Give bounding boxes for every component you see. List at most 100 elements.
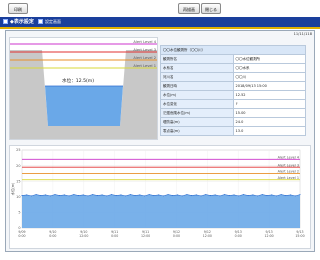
data-point	[200, 195, 202, 197]
table-row: 水位(m) 12.52	[160, 90, 306, 100]
data-point	[120, 194, 122, 196]
row-value: 24.0	[232, 117, 306, 127]
row-label: 観測日時	[160, 81, 234, 91]
data-point	[129, 194, 131, 196]
river-cross-section: Alert Level 4 Alert Level 3 Alert Level …	[9, 37, 158, 140]
data-point	[242, 194, 245, 196]
data-point	[172, 195, 174, 197]
data-point	[176, 194, 179, 196]
x-tick-label: 9/09 0:00	[18, 230, 25, 238]
data-point	[35, 194, 37, 196]
y-tick-label: 10	[16, 195, 20, 199]
data-point	[280, 194, 282, 196]
water-level-chart: 0 5 10 15 20 25 9/09 0:00 9/10 0:00 9/10 12:00 9/11 0…	[9, 145, 311, 249]
data-point	[205, 194, 207, 196]
data-point	[238, 195, 240, 197]
water-level-area	[22, 194, 300, 228]
data-point	[294, 195, 296, 197]
data-point	[214, 194, 216, 196]
table-row: 観測日時 2018/09/13 15:00	[160, 81, 306, 91]
x-tick-label: 9/11 12:00	[141, 230, 150, 238]
row-label: 水位(m)	[160, 90, 234, 100]
table-row: 河川名 〇〇川	[160, 72, 306, 82]
data-point	[106, 195, 108, 197]
row-value: ↑	[232, 99, 306, 109]
settings-link[interactable]: 設定画面	[45, 17, 61, 27]
data-point	[285, 195, 287, 197]
data-point	[21, 195, 23, 197]
y-axis-label: 水位(m)	[10, 182, 15, 195]
water-body	[45, 86, 123, 126]
data-point	[148, 194, 150, 196]
y-tick-label: 5	[18, 211, 20, 215]
y-tick-label: 15	[16, 179, 20, 183]
settings-icon	[3, 19, 8, 24]
table-row: 堤防高(m) 24.0	[160, 117, 306, 127]
data-point	[153, 195, 155, 197]
data-point	[30, 195, 32, 197]
x-tick-label: 9/10 0:00	[49, 230, 56, 238]
chart-alert-label: Alert Level 1	[278, 176, 299, 180]
title-bar: ◆表示設定 設定画面	[0, 17, 320, 29]
data-point	[87, 195, 89, 197]
table-row: 水系名 〇〇水系	[160, 63, 306, 73]
row-label: 水系名	[160, 63, 234, 73]
data-point	[224, 194, 226, 196]
diagram-alert-label-4: Alert Level 4	[133, 40, 156, 44]
cross-section-svg: Alert Level 4 Alert Level 3 Alert Level …	[10, 40, 157, 139]
data-point	[261, 194, 263, 196]
data-point	[299, 194, 301, 196]
data-point	[115, 195, 117, 197]
row-label: 堤防高(m)	[160, 117, 234, 127]
data-point	[233, 194, 235, 196]
data-point	[275, 195, 277, 197]
data-point	[125, 195, 127, 197]
data-point	[158, 194, 160, 196]
table-row: 氾濫危険水位(m) 15.00	[160, 108, 306, 118]
data-point	[54, 194, 56, 196]
data-point	[45, 194, 47, 196]
diagram-alert-label-2: Alert Level 2	[133, 56, 156, 60]
station-header: 〇〇水位観測所（〇〇川）	[160, 45, 306, 55]
row-value: 〇〇水系	[232, 63, 306, 73]
data-point	[68, 195, 70, 197]
data-point	[59, 195, 61, 197]
row-value: 15.00	[232, 108, 306, 118]
refresh-button[interactable]: 再描画	[178, 3, 200, 14]
data-point	[266, 195, 268, 197]
row-label: 水位変化	[160, 99, 234, 109]
table-header-row: 〇〇水位観測所（〇〇川）	[160, 45, 306, 55]
data-point	[49, 195, 51, 197]
data-point	[82, 194, 84, 196]
close-button[interactable]: 閉じる	[201, 3, 221, 14]
data-point	[73, 194, 75, 196]
diagram-alert-label-3: Alert Level 3	[133, 48, 156, 52]
print-button[interactable]: 印刷	[8, 3, 28, 14]
x-tick-label: 9/12 12:00	[203, 230, 212, 238]
chart-svg: 05101520259/09 0:009/10 0:009/10 12:009/11 0…	[10, 148, 305, 238]
data-point	[139, 194, 141, 196]
y-tick-label: 20	[16, 164, 20, 168]
page-title: ◆表示設定	[10, 19, 34, 25]
diagram-alert-label-1: Alert Level 1	[133, 64, 156, 68]
x-tick-label: 9/13 15:00	[295, 230, 304, 238]
data-point	[96, 195, 98, 197]
data-point	[219, 195, 221, 197]
table-row: 観測所名 〇〇水位観測所	[160, 54, 306, 64]
row-label: 零点高(m)	[160, 126, 234, 136]
table-row: 水位変化 ↑	[160, 99, 306, 109]
data-point	[257, 195, 259, 197]
x-tick-label: 9/11 0:00	[111, 230, 118, 238]
data-point	[63, 194, 65, 196]
checkbox-icon[interactable]	[38, 19, 43, 24]
row-value: 13.0	[232, 126, 306, 136]
data-point	[186, 194, 188, 196]
data-point	[110, 194, 113, 196]
x-tick-label: 9/13 12:00	[265, 230, 274, 238]
data-point	[134, 195, 136, 197]
data-point	[40, 195, 42, 197]
data-point	[290, 194, 292, 196]
row-value: 2018/09/13 15:00	[232, 81, 306, 91]
data-point	[195, 194, 197, 196]
row-label: 氾濫危険水位(m)	[160, 108, 234, 118]
